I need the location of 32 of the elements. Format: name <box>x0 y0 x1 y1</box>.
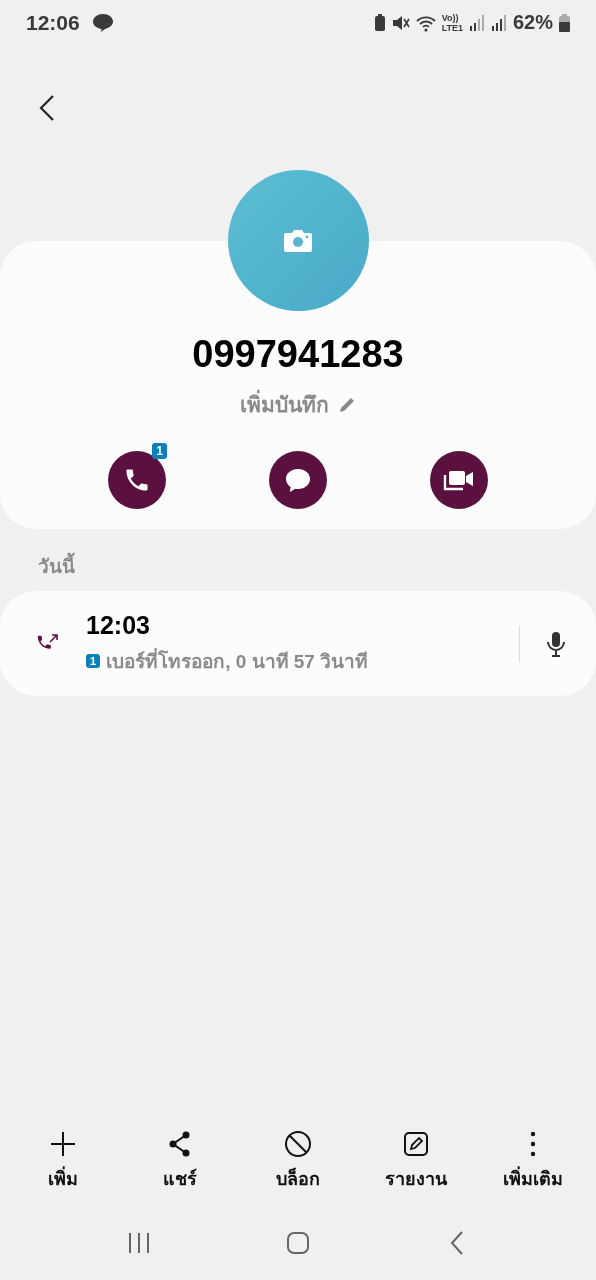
toolbar-more-button[interactable]: เพิ่มเติม <box>493 1130 574 1205</box>
block-icon <box>284 1130 312 1158</box>
recent-apps-icon <box>127 1231 152 1254</box>
back-icon <box>448 1230 465 1255</box>
phone-number: 0997941283 <box>192 333 404 376</box>
toolbar-block-button[interactable]: บล็อก <box>258 1130 338 1205</box>
call-detail: เบอร์ที่โทรออก, 0 นาที 57 วินาที <box>106 646 369 676</box>
network-label: LTE1 <box>441 22 463 33</box>
chat-bubble-icon <box>91 12 114 33</box>
battery-percent: 62% <box>512 11 553 34</box>
sim-badge: 1 <box>86 654 101 668</box>
more-icon <box>529 1130 538 1158</box>
back-icon <box>39 94 55 122</box>
call-time: 12:03 <box>86 611 151 640</box>
battery-icon <box>559 13 570 32</box>
signal-icon <box>490 14 507 31</box>
camera-icon <box>283 228 313 253</box>
plus-icon <box>48 1130 77 1158</box>
video-call-button[interactable] <box>430 451 488 509</box>
signal-icon <box>468 14 485 31</box>
toolbar-share-button[interactable]: แชร์ <box>140 1130 221 1205</box>
battery-saver-icon <box>373 13 386 32</box>
volte-label: Vo)) <box>441 12 460 23</box>
sim-badge: 1 <box>152 443 167 459</box>
status-time: 12:06 <box>26 10 80 35</box>
toolbar-report-button[interactable]: รายงาน <box>375 1130 456 1205</box>
toolbar-add-button[interactable]: เพิ่ม <box>22 1130 103 1205</box>
section-header: วันนี้ <box>0 529 596 591</box>
home-icon <box>286 1230 310 1255</box>
mute-icon <box>391 13 410 32</box>
message-button[interactable] <box>269 451 327 509</box>
edit-icon <box>401 1130 430 1158</box>
